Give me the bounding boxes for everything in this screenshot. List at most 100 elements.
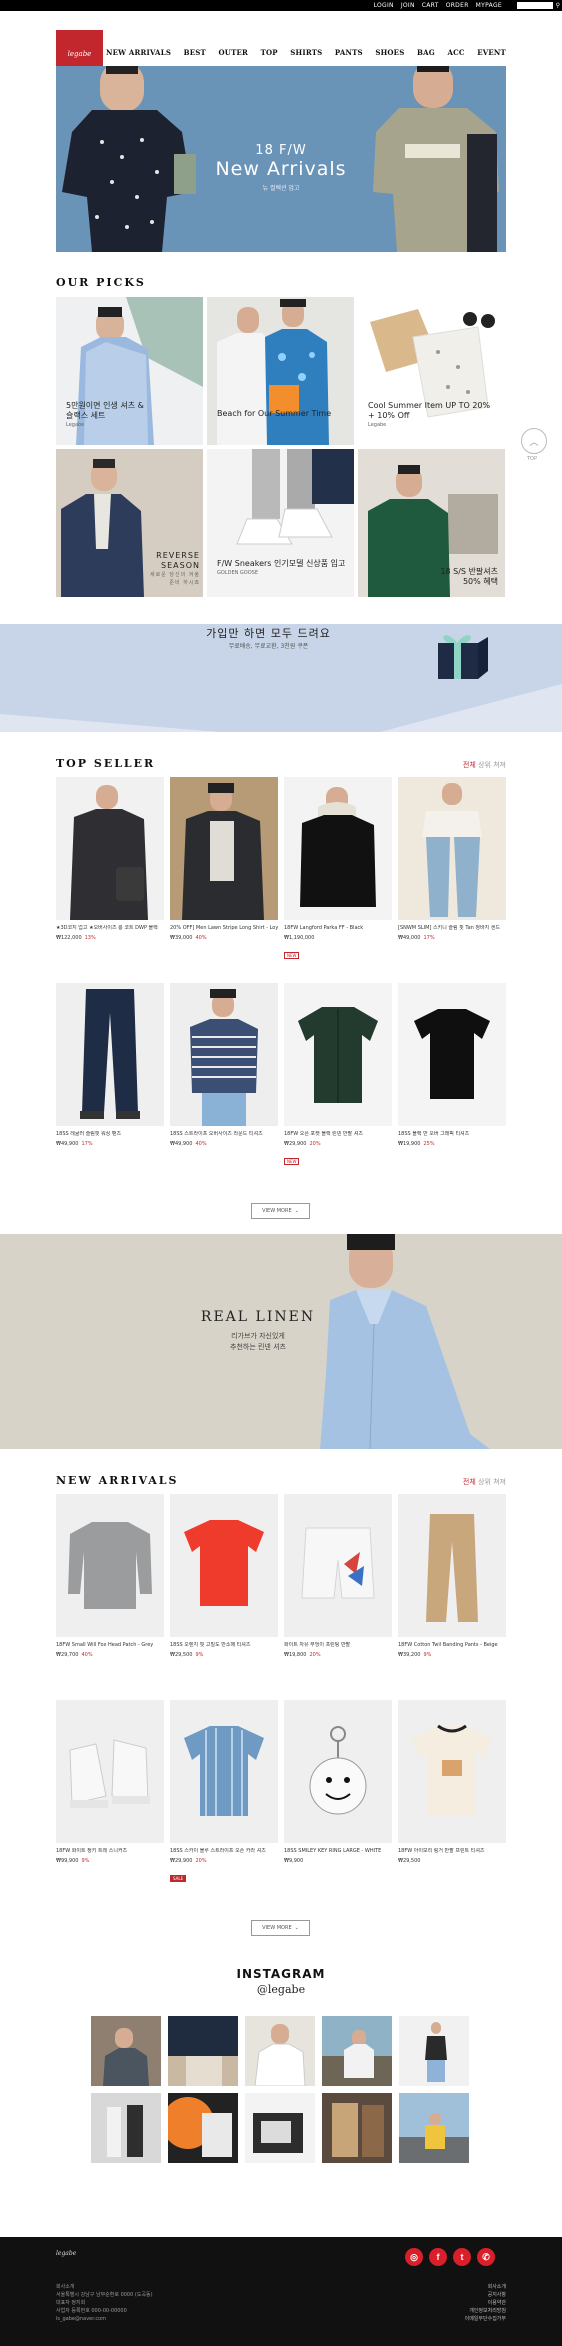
pick-card-1[interactable]: 5만원이면 인생 셔츠 & 슬랙스 세트 Legabe [56, 297, 203, 445]
instagram-handle[interactable]: @legabe [0, 1983, 562, 1996]
product-price: ₩29,900 20% [170, 1858, 207, 1864]
product-name: 18SS 스카이 블루 스트라이프 오픈 카라 셔츠 [170, 1848, 266, 1854]
instagram-photo[interactable] [399, 2093, 469, 2163]
product-image [68, 1522, 152, 1609]
mypage-link[interactable]: MYPAGE [476, 1, 502, 10]
top-seller-title: TOP SELLER [56, 757, 156, 770]
instagram-photo[interactable] [168, 2093, 238, 2163]
product-card[interactable]: 20% OFF] Men Lawn Stripe Long Shirt - Lo… [170, 777, 278, 942]
top-seller-all-link[interactable]: 전체 [463, 761, 476, 769]
product-name: 18SS 오렌지 핏 고밀도 반소매 티셔츠 [170, 1642, 251, 1648]
scroll-top-button[interactable]: ︿ [521, 428, 547, 454]
product-name: 18FW 아이보리 링거 반팔 프린트 티셔츠 [398, 1848, 485, 1854]
product-name: 18FW 화이트 청키 트레 스니커즈 [56, 1848, 128, 1854]
product-image [70, 785, 148, 920]
product-image [184, 1520, 264, 1606]
instagram-photo[interactable] [322, 2016, 392, 2086]
pick-card-6[interactable]: 18 S/S 반팔셔츠 50% 혜택 [358, 449, 505, 597]
instagram-photo[interactable] [245, 2093, 315, 2163]
footer-link-terms[interactable]: 이용약관 [465, 2299, 506, 2307]
search-input[interactable] [517, 2, 553, 9]
product-card[interactable]: ★3D코지 업고 ★오버사이즈 롱 코트 DWP 블랙 ₩122,000 13% [56, 777, 164, 942]
instagram-icon[interactable]: ◎ [405, 2248, 423, 2266]
nav-item-new-arrivals[interactable]: NEW ARRIVALS [106, 48, 171, 57]
linen-line-2: 추천하는 린넨 셔츠 [230, 1343, 286, 1351]
gift-box-icon [438, 635, 488, 679]
product-card[interactable]: 18FW 아이보리 링거 반팔 프린트 티셔츠 ₩29,500 [398, 1700, 506, 1865]
linen-line-1: 리가브가 자신있게 [231, 1332, 285, 1340]
product-card[interactable]: 18SS 스카이 블루 스트라이프 오픈 카라 셔츠 ₩29,900 20% SA… [170, 1700, 278, 1884]
nav-item-best[interactable]: BEST [184, 48, 206, 57]
product-card[interactable]: 18FW Small Will Fox Head Patch - Grey ₩2… [56, 1494, 164, 1659]
nav-item-outer[interactable]: OUTER [218, 48, 248, 57]
instagram-photo[interactable] [399, 2016, 469, 2086]
top-seller-view-more-button[interactable]: VIEW MORE ⌄ [251, 1203, 310, 1219]
product-card[interactable]: 18FW 오픈 포켓 블랙 린넨 반팔 셔츠 ₩29,900 20% NEW [284, 983, 392, 1167]
nav-item-acc[interactable]: ACC [447, 48, 464, 57]
footer-link-privacy[interactable]: 개인정보처리방침 [465, 2307, 506, 2315]
product-price: ₩49,900 17% [56, 1141, 93, 1147]
product-card[interactable]: 18SS 스트라이프 오버사이즈 라운드 티셔츠 ₩49,900 40% [170, 983, 278, 1148]
new-arrivals-more-link[interactable]: 상위 쳐져 [478, 1478, 506, 1486]
pick-card-4[interactable]: REVERSE SEASON 새로운 당신의 겨울 준비 하시죠 [56, 449, 203, 597]
product-image [69, 1739, 150, 1808]
pick-caption-5: F/W Sneakers 인기모델 신상품 입고 [217, 559, 346, 568]
nav-item-shirts[interactable]: SHIRTS [290, 48, 322, 57]
sale-badge: SALE [170, 1875, 187, 1882]
new-badge: NEW [284, 952, 300, 959]
pick-card-5[interactable]: F/W Sneakers 인기모델 신상품 입고 GOLDEN GOOSE [207, 449, 354, 597]
instagram-photo[interactable] [322, 2093, 392, 2163]
product-card[interactable]: 화이트 자유 부엉이 프린팅 반팔 ₩19,800 20% [284, 1494, 392, 1659]
nav-item-bag[interactable]: BAG [417, 48, 435, 57]
product-card[interactable]: 18FW 화이트 청키 트레 스니커즈 ₩99,900 9% [56, 1700, 164, 1865]
instagram-photo[interactable] [91, 2016, 161, 2086]
instagram-photo[interactable] [91, 2093, 161, 2163]
product-card[interactable]: 18SS SMILEY KEY RING LARGE - WHITE ₩9,90… [284, 1700, 392, 1865]
product-price: ₩29,700 40% [56, 1652, 93, 1658]
product-card[interactable]: 18SS 오렌지 핏 고밀도 반소매 티셔츠 ₩29,500 9% [170, 1494, 278, 1659]
product-card[interactable]: 18FW Cotton Twil Banding Pants - Beige ₩… [398, 1494, 506, 1659]
our-picks-title: OUR PICKS [56, 276, 146, 289]
product-card[interactable]: [SNWM SLIM] 스키니 슬림 핏 Tan 청바지 샌드 ₩49,000 1… [398, 777, 506, 942]
hero-banner[interactable]: 18 F/W New Arrivals 뉴 컬렉션 업고 [56, 66, 506, 252]
footer-link-email-policy[interactable]: 이메일무단수집거부 [465, 2315, 506, 2323]
footer-info-line: ls_gabe@naver.com [56, 2316, 107, 2322]
product-image [414, 1009, 490, 1099]
instagram-photo[interactable] [245, 2016, 315, 2086]
banner-title: 가입만 하면 모두 드려요 [206, 627, 331, 640]
facebook-icon[interactable]: f [429, 2248, 447, 2266]
chevron-up-icon: ︿ [529, 437, 539, 448]
footer-logo[interactable]: legabe [56, 2250, 76, 2257]
nav-item-event[interactable]: EVENT [477, 48, 506, 57]
product-card[interactable]: 18SS 레귤러 슬림핏 워싱 팬츠 ₩49,900 17% [56, 983, 164, 1148]
search-icon[interactable]: ⚲ [556, 1, 560, 10]
twitter-icon[interactable]: t [453, 2248, 471, 2266]
new-arrivals-view-more-button[interactable]: VIEW MORE ⌄ [251, 1920, 310, 1936]
chevron-down-icon: ⌄ [294, 1925, 299, 1931]
product-name: ★3D코지 업고 ★오버사이즈 롱 코트 DWP 블랙 [56, 925, 158, 931]
product-price: ₩19,900 25% [398, 1141, 435, 1147]
order-link[interactable]: ORDER [446, 1, 469, 10]
join-link[interactable]: JOIN [401, 1, 415, 10]
nav-item-shoes[interactable]: SHOES [375, 48, 404, 57]
product-price: ₩29,500 [398, 1858, 421, 1864]
top-seller-more-link[interactable]: 상위 쳐져 [478, 761, 506, 769]
pick-card-3[interactable]: Cool Summer Item UP TO 20% + 10% Off Leg… [358, 297, 505, 445]
pick-card-2[interactable]: Beach for Our Summer Time [207, 297, 354, 445]
product-card[interactable]: 18FW Langford Parka FF - Black ₩1,190,00… [284, 777, 392, 961]
instagram-photo[interactable] [168, 2016, 238, 2086]
cart-link[interactable]: CART [422, 1, 439, 10]
product-image [300, 787, 376, 907]
footer-link-about[interactable]: 회사소개 [465, 2283, 506, 2291]
product-card[interactable]: 18SS 블랙 반 오버 그래픽 티셔츠 ₩19,900 25% [398, 983, 506, 1148]
pick-caption-4: REVERSE SEASON [156, 551, 200, 570]
chevron-down-icon: ⌄ [294, 1208, 299, 1214]
footer-link-notice[interactable]: 공지사항 [465, 2291, 506, 2299]
new-arrivals-all-link[interactable]: 전체 [463, 1478, 476, 1486]
product-price: ₩39,200 9% [398, 1652, 432, 1658]
whatsapp-icon[interactable]: ✆ [477, 2248, 495, 2266]
product-name: 화이트 자유 부엉이 프린팅 반팔 [284, 1642, 351, 1648]
login-link[interactable]: LOGIN [374, 1, 394, 10]
nav-item-top[interactable]: TOP [261, 48, 278, 57]
nav-item-pants[interactable]: PANTS [335, 48, 363, 57]
